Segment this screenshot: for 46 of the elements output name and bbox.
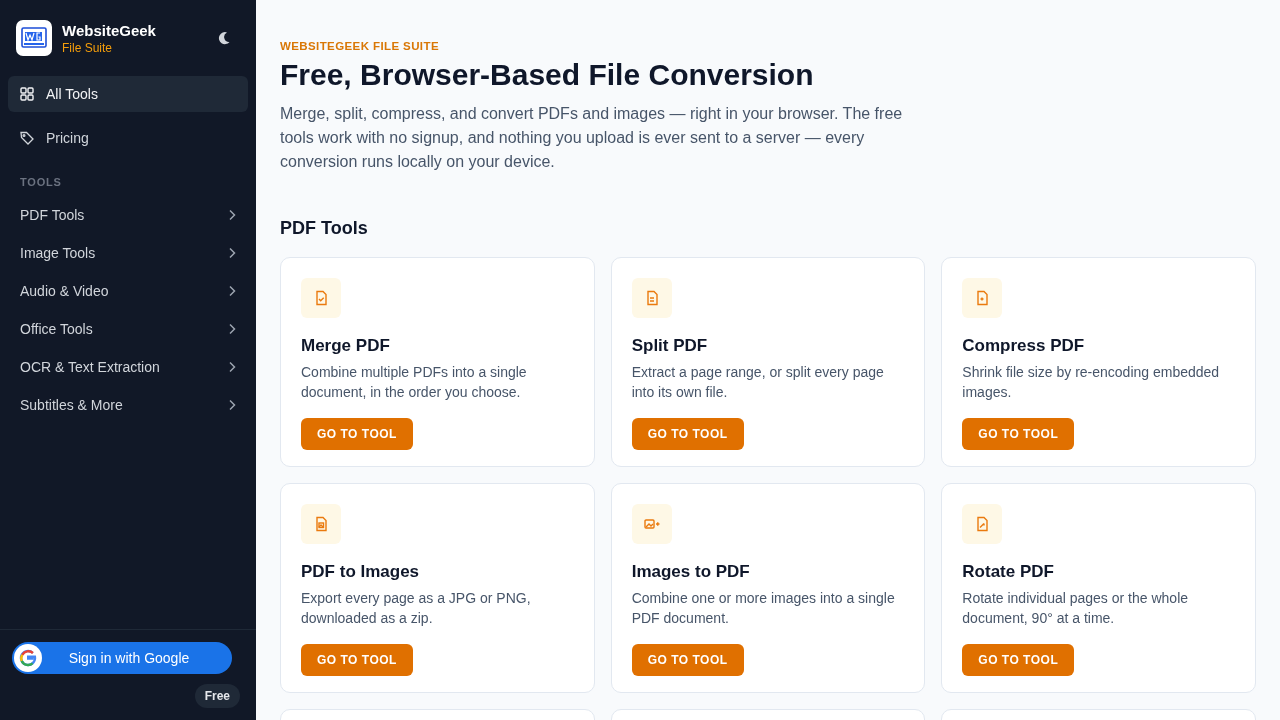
page-title: Free, Browser-Based File Conversion (280, 58, 815, 92)
tool-group-item[interactable]: Image Tools (0, 234, 256, 272)
moon-icon[interactable] (216, 30, 232, 46)
card-title: Merge PDF (301, 336, 391, 356)
grid-icon (20, 87, 34, 101)
chevron-right-icon (228, 361, 236, 373)
file-icon (962, 278, 1003, 318)
tag-icon (20, 131, 34, 145)
tool-group-item[interactable]: Subtitles & More (0, 386, 256, 424)
intro-paragraph: Merge, split, compress, and convert PDFs and images — right in your browser. The free tools work with no signup, and nothing you upload is ever sent to a server — every conversion runs locally on your device. (280, 104, 904, 172)
tool-group-item[interactable]: OCR & Text Extraction (0, 348, 256, 386)
card-title: Split PDF (631, 336, 709, 356)
brand-name: WebsiteGeek (62, 21, 157, 39)
card-title: Rotate PDF (962, 562, 1055, 582)
card-title: Compress PDF (962, 336, 1086, 356)
card-description: Rotate individual pages or the whole document, 90° at a time. (962, 589, 1190, 628)
file-icon (631, 278, 672, 318)
file-icon (962, 504, 1003, 544)
brand-subtitle: File Suite (62, 40, 114, 55)
tool-group-item[interactable]: PDF Tools (0, 196, 256, 234)
tool-group-item[interactable]: Office Tools (0, 310, 256, 348)
file-icon (301, 278, 341, 318)
card-description: Combine multiple PDFs into a single document, in the order you choose. (301, 363, 528, 402)
card-description: Combine one or more images into a single PDF document. (631, 589, 896, 628)
card-title: Images to PDF (631, 562, 751, 582)
logo-icon (16, 20, 52, 56)
chevron-right-icon (228, 399, 236, 411)
google-sign-in-button[interactable]: Sign in with Google (12, 642, 232, 674)
chevron-right-icon (228, 323, 236, 335)
card-description: Extract a page range, or split every page into its own file. (631, 363, 885, 402)
eyebrow-label: WEBSITEGEEK FILE SUITE (280, 40, 440, 52)
chevron-right-icon (228, 285, 236, 297)
nav-item[interactable]: Pricing (8, 120, 248, 156)
nav-item[interactable]: All Tools (8, 76, 248, 112)
card-description: Shrink file size by re-encoding embedded images. (962, 363, 1221, 402)
section-heading: PDF Tools (280, 218, 369, 239)
chevron-right-icon (228, 209, 236, 221)
google-icon (14, 644, 42, 672)
chevron-right-icon (228, 247, 236, 259)
section-label: TOOLS (19, 175, 63, 190)
tool-group-item[interactable]: Audio & Video (0, 272, 256, 310)
plan-badge: Free (194, 684, 240, 708)
file-icon (631, 504, 672, 544)
card-description: Export every page as a JPG or PNG, downloaded as a zip. (301, 589, 532, 628)
file-icon (301, 504, 341, 544)
card-title: PDF to Images (301, 562, 421, 582)
